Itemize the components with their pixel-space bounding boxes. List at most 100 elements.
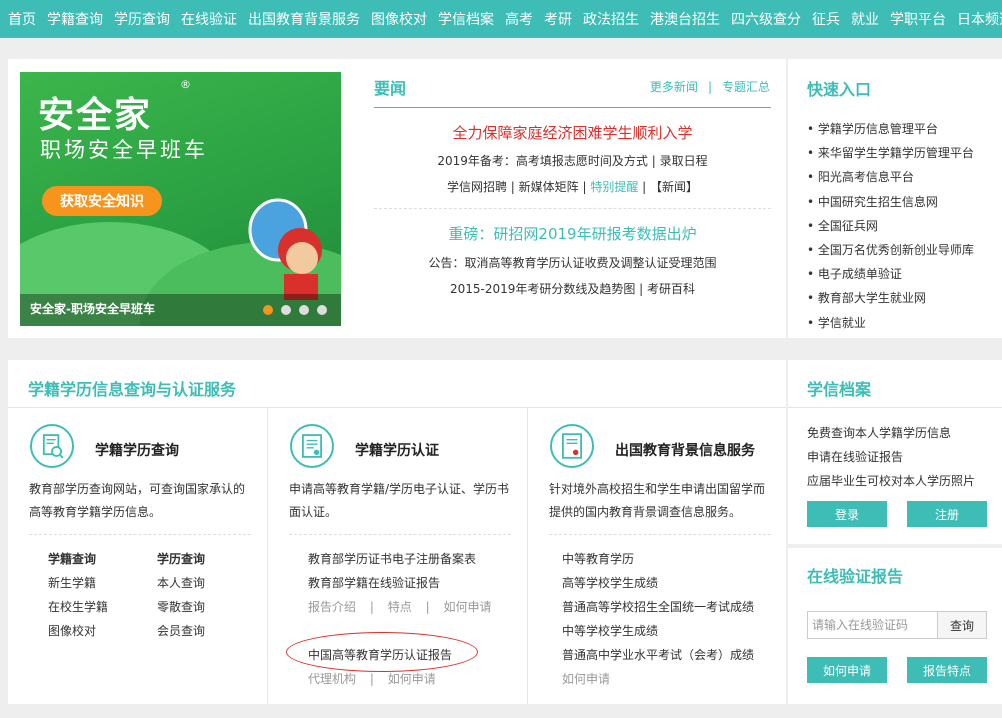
how-to-apply-button[interactable]: 如何申请: [807, 657, 887, 683]
service-description: 针对境外高校招生和学生申请出国留学而提供的国内教育背景调查信息服务。: [549, 482, 766, 519]
special-topics-link[interactable]: 专题汇总: [722, 80, 770, 94]
news-sub-links[interactable]: 学信网招聘 | 新媒体矩阵 |: [447, 180, 590, 194]
banner-slider[interactable]: 安全家 ® 职场安全早班车 获取安全知识 安全家-职场安全早班车: [20, 72, 341, 326]
service-description: 申请高等教育学籍/学历电子认证、学历书面认证。: [289, 482, 510, 519]
archive-link[interactable]: 申请在线验证报告: [807, 448, 903, 465]
image-check-link[interactable]: 图像校对: [48, 622, 96, 639]
nav-career-platform[interactable]: 学职平台: [890, 9, 946, 29]
quick-link[interactable]: 中国研究生招生信息网: [807, 190, 974, 214]
news-tag[interactable]: | 【新闻】: [638, 180, 698, 194]
news-subline[interactable]: 2015-2019年考研分数线及趋势图 | 考研百科: [374, 280, 771, 297]
self-query-link[interactable]: 本人查询: [157, 574, 205, 591]
news-title: 要闻: [374, 79, 407, 98]
abroad-service-link[interactable]: 中等学校学生成绩: [562, 622, 658, 639]
banner-caption: 安全家-职场安全早班车: [30, 302, 155, 316]
certificate-icon: [290, 424, 334, 468]
more-news-link[interactable]: 更多新闻: [650, 80, 698, 94]
slider-dot[interactable]: [317, 305, 327, 315]
diploma-registration-link[interactable]: 教育部学历证书电子注册备案表: [308, 550, 476, 567]
nav-online-verify[interactable]: 在线验证: [181, 9, 237, 29]
service-heading[interactable]: 出国教育背景信息服务: [615, 440, 755, 460]
service-description: 教育部学历查询网站，可查询国家承认的高等教育学籍学历信息。: [29, 482, 246, 519]
quick-link[interactable]: 全国万名优秀创新创业导师库: [807, 238, 974, 262]
how-to-apply-link[interactable]: 如何申请: [562, 670, 610, 687]
quick-link[interactable]: 学籍学历信息管理平台: [807, 117, 974, 141]
slider-dot[interactable]: [299, 305, 309, 315]
report-features-button[interactable]: 报告特点: [907, 657, 987, 683]
how-to-apply-link[interactable]: 如何申请: [443, 600, 491, 614]
nav-kaoyan[interactable]: 考研: [544, 9, 572, 29]
register-button[interactable]: 注册: [907, 501, 987, 527]
verify-query-button[interactable]: 查询: [937, 611, 987, 639]
nav-law-admission[interactable]: 政法招生: [583, 9, 639, 29]
quick-link[interactable]: 学信就业: [807, 311, 974, 335]
special-reminder-link[interactable]: 特别提醒: [590, 180, 638, 194]
quick-link[interactable]: 教育部大学生就业网: [807, 286, 974, 310]
verify-report-panel: 在线验证报告 查询 如何申请 报告特点: [788, 548, 1002, 704]
divider: [788, 407, 1002, 408]
headline-link[interactable]: 全力保障家庭经济困难学生顺利入学: [374, 122, 771, 143]
quick-link[interactable]: 电子成绩单验证: [807, 262, 974, 286]
services-panel: 学籍学历信息查询与认证服务 学籍学历查询 教育部学历查询网站，可查询国家承认的高…: [8, 360, 786, 704]
agency-link[interactable]: 代理机构: [308, 672, 356, 686]
member-query-link[interactable]: 会员查询: [157, 622, 205, 639]
banner-cta-button[interactable]: 获取安全知识: [42, 186, 162, 216]
divider: [29, 534, 251, 535]
quick-entry-panel: 快速入口 学籍学历信息管理平台 来华留学生学籍学历管理平台 阳光高考信息平台 中…: [788, 59, 1002, 338]
service-heading[interactable]: 学籍学历认证: [355, 440, 439, 460]
quick-link[interactable]: 来华留学生学籍学历管理平台: [807, 141, 974, 165]
login-button[interactable]: 登录: [807, 501, 887, 527]
verify-code-input[interactable]: [807, 611, 938, 639]
abroad-service-link[interactable]: 中等教育学历: [562, 550, 634, 567]
xueji-verify-report-link[interactable]: 教育部学籍在线验证报告: [308, 574, 440, 591]
report-intro-link[interactable]: 报告介绍: [308, 600, 356, 614]
verify-title: 在线验证报告: [807, 567, 904, 586]
nav-archive[interactable]: 学信档案: [438, 9, 494, 29]
nav-xueji-query[interactable]: 学籍查询: [47, 9, 103, 29]
slider-dot[interactable]: [281, 305, 291, 315]
nav-hk-macau-tw[interactable]: 港澳台招生: [650, 9, 720, 29]
column-divider: [267, 408, 268, 704]
nav-conscription[interactable]: 征兵: [812, 9, 840, 29]
abroad-service-link[interactable]: 普通高中学业水平考试（会考）成绩: [562, 646, 754, 663]
separator: |: [707, 80, 712, 94]
document-search-icon: [30, 424, 74, 468]
quick-link[interactable]: 阳光高考信息平台: [807, 165, 974, 189]
news-subline[interactable]: 公告：取消高等教育学历认证收费及调整认证受理范围: [374, 254, 771, 271]
news-subline[interactable]: 2019年备考：高考填报志愿时间及方式 | 录取日程: [374, 152, 771, 169]
nav-japan-channel[interactable]: 日本频道: [957, 9, 1002, 29]
nav-cet-score[interactable]: 四六级查分: [731, 9, 801, 29]
nav-image-check[interactable]: 图像校对: [371, 9, 427, 29]
nav-home[interactable]: 首页: [8, 9, 36, 29]
abroad-service-link[interactable]: 高等学校学生成绩: [562, 574, 658, 591]
nav-gaokao[interactable]: 高考: [505, 9, 533, 29]
archive-link[interactable]: 免费查询本人学籍学历信息: [807, 424, 951, 441]
abroad-service-link[interactable]: 普通高等学校招生全国统一考试成绩: [562, 598, 754, 615]
cert-sub-links: 代理机构 | 如何申请: [308, 670, 436, 687]
slider-dot[interactable]: [263, 305, 273, 315]
nav-employment[interactable]: 就业: [851, 9, 879, 29]
news-subline: 学信网招聘 | 新媒体矩阵 | 特别提醒 | 【新闻】: [374, 178, 771, 195]
top-nav: 首页 学籍查询 学历查询 在线验证 出国教育背景服务 图像校对 学信档案 高考 …: [0, 0, 1002, 38]
current-student-link[interactable]: 在校生学籍: [48, 598, 108, 615]
divider: [8, 407, 786, 408]
divider: [289, 534, 511, 535]
report-features-link[interactable]: 特点: [388, 600, 412, 614]
news-more-links: 更多新闻 | 专题汇总: [650, 78, 770, 95]
quick-link[interactable]: 全国征兵网: [807, 214, 974, 238]
nav-xueli-query[interactable]: 学历查询: [114, 9, 170, 29]
service-heading[interactable]: 学籍学历查询: [95, 440, 179, 460]
how-to-apply-link[interactable]: 如何申请: [388, 672, 436, 686]
report-document-icon: [550, 424, 594, 468]
archive-panel: 学信档案 免费查询本人学籍学历信息 申请在线验证报告 应届毕业生可校对本人学历照…: [788, 360, 1002, 544]
xueji-query-heading[interactable]: 学籍查询: [48, 550, 96, 567]
xueli-query-heading[interactable]: 学历查询: [157, 550, 205, 567]
news-panel: 安全家 ® 职场安全早班车 获取安全知识 安全家-职场安全早班车 要闻 更多新闻…: [8, 59, 786, 338]
nav-abroad-service[interactable]: 出国教育背景服务: [248, 9, 360, 29]
single-query-link[interactable]: 零散查询: [157, 598, 205, 615]
new-student-link[interactable]: 新生学籍: [48, 574, 96, 591]
archive-link[interactable]: 应届毕业生可校对本人学历照片: [807, 472, 975, 489]
separator: |: [369, 600, 374, 614]
degree-cert-report-link[interactable]: 中国高等教育学历认证报告: [308, 646, 452, 663]
headline-link[interactable]: 重磅：研招网2019年研报考数据出炉: [374, 223, 771, 244]
